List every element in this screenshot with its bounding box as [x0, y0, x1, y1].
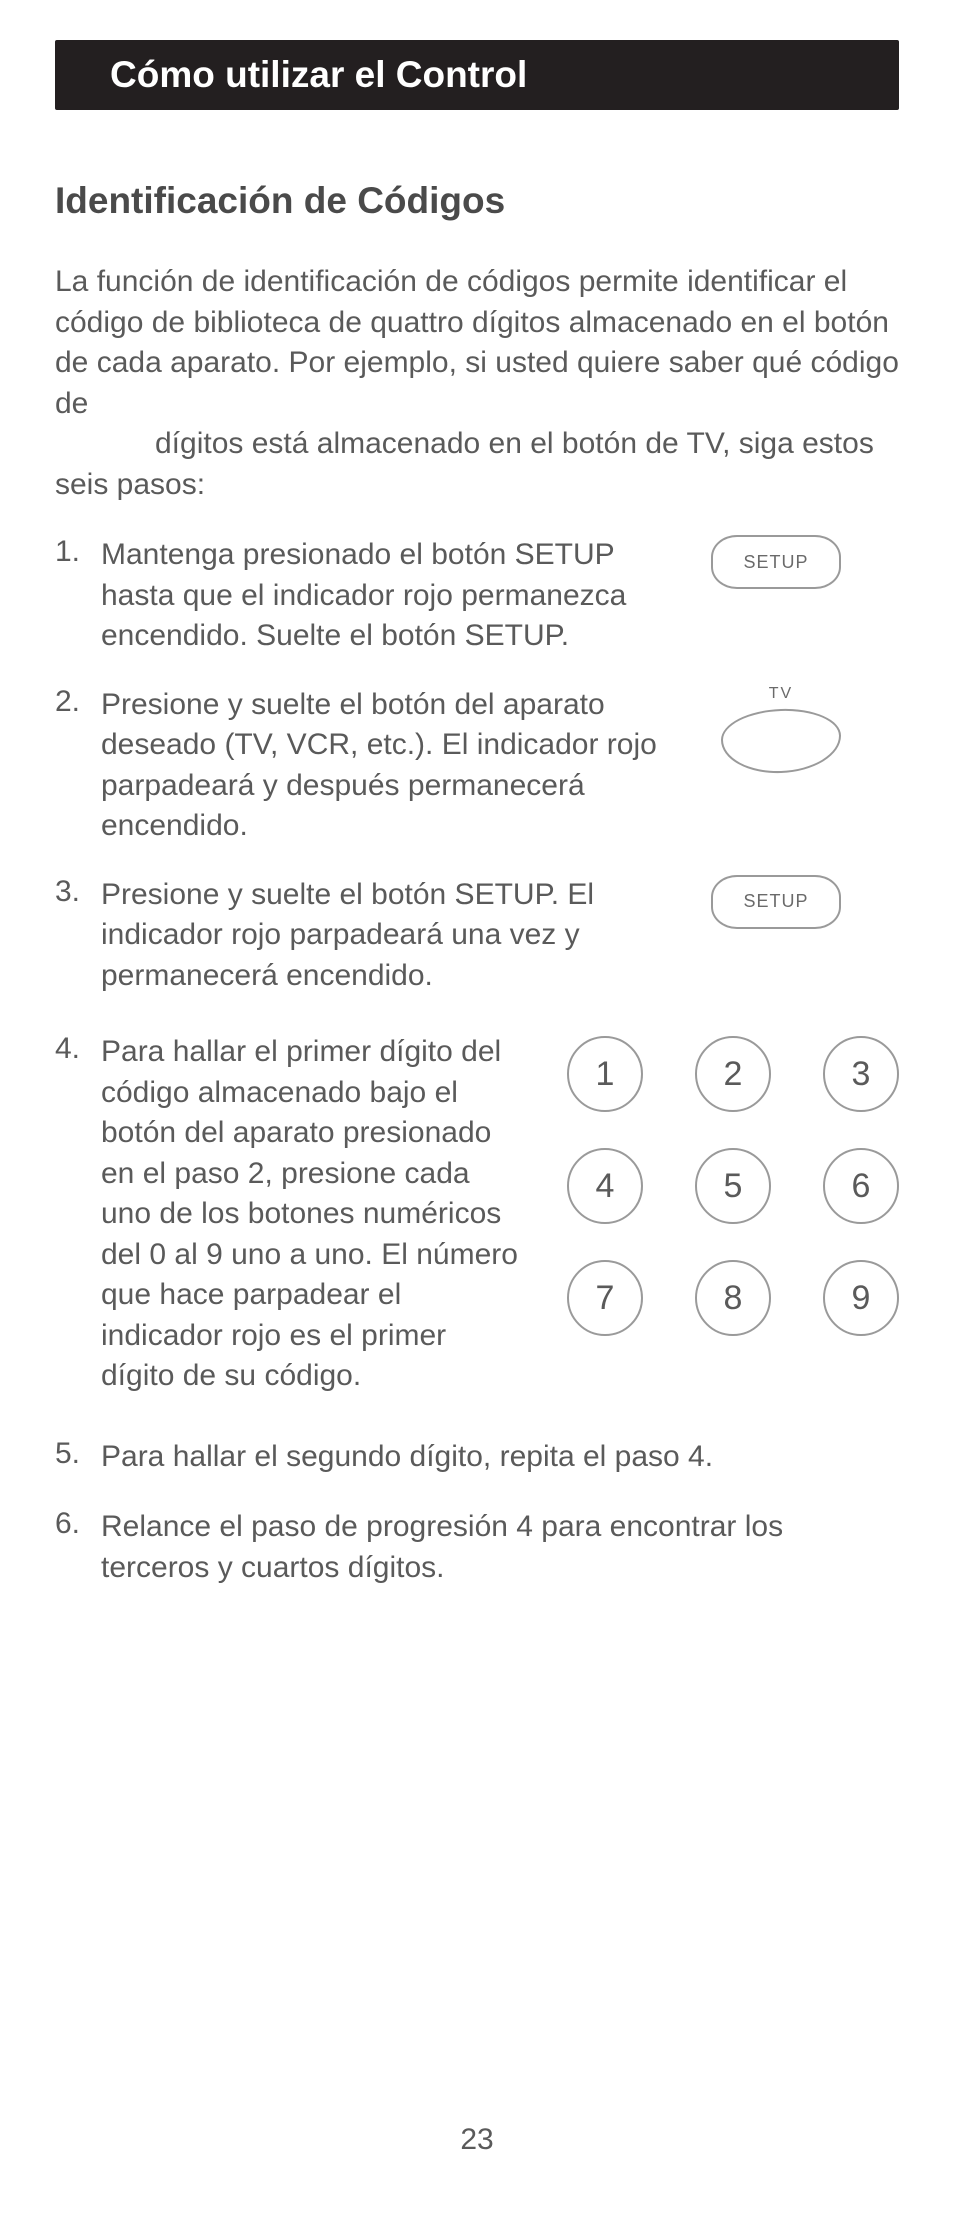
key-3: 3 — [823, 1036, 899, 1112]
numeric-keypad: 1 2 3 4 5 6 7 8 9 — [567, 1036, 899, 1336]
key-2: 2 — [695, 1036, 771, 1112]
step-3: 3. Presione y suelte el botón SETUP. El … — [55, 875, 899, 997]
setup-button-icon: SETUP — [711, 535, 841, 589]
key-7: 7 — [567, 1260, 643, 1336]
intro-paragraph: La función de identificación de códigos … — [55, 262, 899, 505]
page-container: Cómo utilizar el Control Identificación … — [0, 0, 954, 1588]
page-number: 23 — [0, 2123, 954, 2157]
step-6-number: 6. — [55, 1507, 91, 1541]
step-1: 1. Mantenga presionado el botón SETUP ha… — [55, 535, 899, 657]
intro-line-2: dígitos está almacenado en el botón de T… — [55, 427, 874, 501]
key-1: 1 — [567, 1036, 643, 1112]
tv-button-label: TV — [769, 685, 793, 703]
setup-button-icon-2: SETUP — [711, 875, 841, 929]
intro-line-1: La función de identificación de códigos … — [55, 265, 899, 420]
key-6: 6 — [823, 1148, 899, 1224]
tv-button-wrap: TV — [721, 685, 841, 773]
step-2-text: Presione y suelte el botón del aparato d… — [101, 685, 671, 847]
step-5-text: Para hallar el segundo dígito, repita el… — [101, 1437, 899, 1478]
step-4-text: Para hallar el primer dígito del código … — [101, 1032, 521, 1397]
key-8: 8 — [695, 1260, 771, 1336]
step-6: 6. Relance el paso de progresión 4 para … — [55, 1507, 899, 1588]
steps-list: 1. Mantenga presionado el botón SETUP ha… — [55, 535, 899, 1588]
step-2: 2. Presione y suelte el botón del aparat… — [55, 685, 899, 847]
step-2-number: 2. — [55, 685, 91, 719]
step-5-number: 5. — [55, 1437, 91, 1471]
step-4-number: 4. — [55, 1032, 91, 1397]
step-1-number: 1. — [55, 535, 91, 569]
section-header: Cómo utilizar el Control — [55, 40, 899, 110]
step-1-text: Mantenga presionado el botón SETUP hasta… — [101, 535, 671, 657]
step-6-text: Relance el paso de progresión 4 para enc… — [101, 1507, 899, 1588]
key-5: 5 — [695, 1148, 771, 1224]
subsection-heading: Identificación de Códigos — [55, 180, 899, 222]
tv-button-icon — [721, 706, 841, 774]
step-3-text: Presione y suelte el botón SETUP. El ind… — [101, 875, 671, 997]
key-9: 9 — [823, 1260, 899, 1336]
step-3-number: 3. — [55, 875, 91, 909]
step-5: 5. Para hallar el segundo dígito, repita… — [55, 1437, 899, 1478]
step-4: 4. Para hallar el primer dígito del códi… — [55, 1032, 899, 1397]
key-4: 4 — [567, 1148, 643, 1224]
